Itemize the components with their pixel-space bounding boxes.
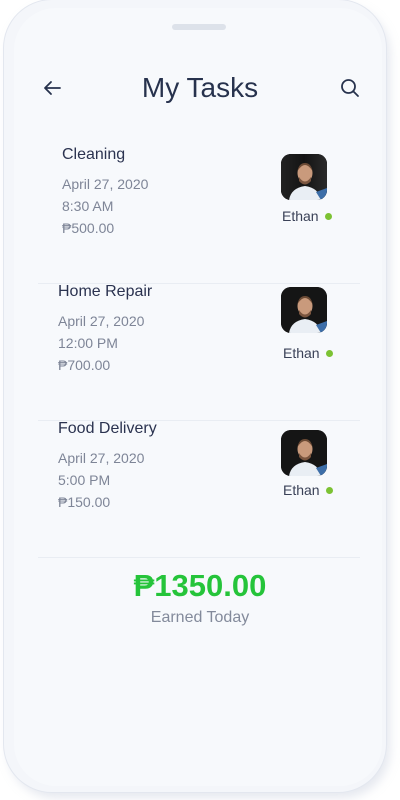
task-date: April 27, 2020 <box>62 176 149 192</box>
worker-name: Ethan <box>283 482 333 498</box>
worker-photo <box>281 430 327 476</box>
task-date: April 27, 2020 <box>58 450 145 466</box>
earned-total: ₱1350.00 <box>133 568 267 603</box>
task-name: Food Delivery <box>58 420 157 437</box>
task-time: 5:00 PM <box>58 472 111 488</box>
worker-name: Ethan <box>283 345 333 361</box>
task-name: Cleaning <box>62 146 126 163</box>
worker-photo <box>281 287 327 333</box>
worker-photo <box>281 154 327 200</box>
search-icon <box>341 79 359 97</box>
task-item[interactable]: Home Repair April 27, 2020 12:00 PM ₱700… <box>38 283 360 421</box>
task-time: 12:00 PM <box>58 335 118 351</box>
avatar[interactable] <box>281 154 327 200</box>
search-button[interactable] <box>338 76 362 100</box>
task-price: ₱500.00 <box>62 220 115 236</box>
avatar[interactable] <box>281 287 327 333</box>
task-price: ₱150.00 <box>58 494 111 510</box>
worker-name-label: Ethan <box>283 345 320 361</box>
avatar[interactable] <box>281 430 327 476</box>
worker-name-label: Ethan <box>283 482 320 498</box>
online-status-dot <box>325 487 333 494</box>
task-item[interactable]: Food Delivery April 27, 2020 5:00 PM ₱15… <box>38 420 360 558</box>
online-status-dot <box>325 350 333 357</box>
task-date: April 27, 2020 <box>58 313 145 329</box>
app-header: My Tasks <box>0 66 400 112</box>
worker-name-label: Ethan <box>282 208 319 224</box>
speaker-grille <box>172 24 226 30</box>
earned-label: Earned Today <box>150 609 250 626</box>
task-price: ₱700.00 <box>58 357 111 373</box>
task-name: Home Repair <box>58 283 153 300</box>
task-time: 8:30 AM <box>62 198 114 214</box>
worker-name: Ethan <box>282 208 332 224</box>
task-item[interactable]: Cleaning April 27, 2020 8:30 AM ₱500.00 … <box>38 146 360 284</box>
online-status-dot <box>324 213 332 220</box>
